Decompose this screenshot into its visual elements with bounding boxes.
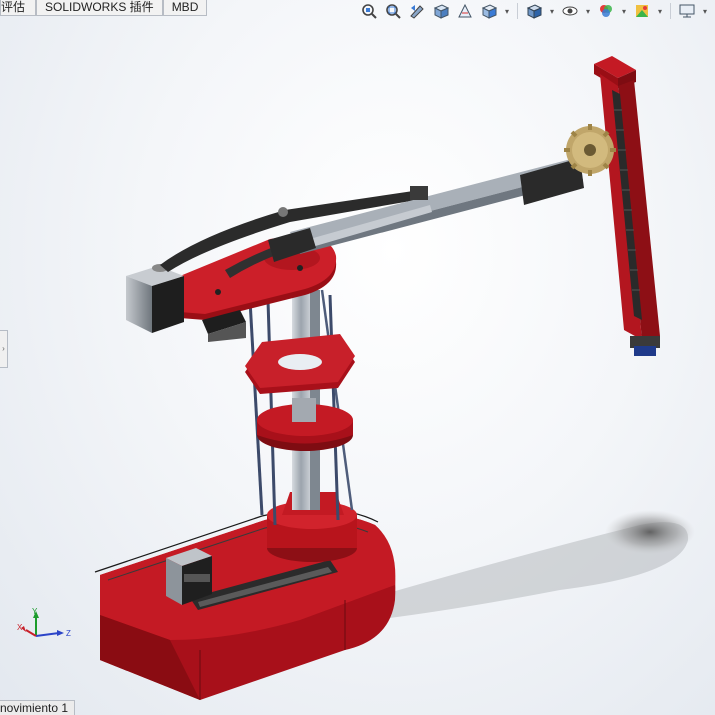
chevron-down-icon[interactable]: ▾ (584, 1, 592, 21)
tab-solidworks-addins[interactable]: SOLIDWORKS 插件 (36, 0, 163, 16)
tab-motion-study[interactable]: novimiento 1 (0, 700, 76, 715)
view-orientation-icon[interactable] (479, 1, 499, 21)
triad-z-arrow (57, 630, 64, 636)
dynamic-annotation-icon[interactable] (455, 1, 475, 21)
panel-expand-handle[interactable]: › (0, 330, 8, 368)
graphics-area[interactable]: 评估 SOLIDWORKS 插件 MBD ▾ ▾ ▾ ▾ ▾ ▾ › Y Z X… (0, 0, 715, 715)
triad-y-label: Y (32, 607, 38, 616)
tab-mbd[interactable]: MBD (162, 0, 208, 16)
triad-x-label: X (17, 623, 23, 632)
toolbar-separator (517, 3, 518, 19)
robot-arm-model[interactable] (0, 0, 715, 715)
triad-z-label: Z (66, 629, 71, 638)
edit-appearance-icon[interactable] (596, 1, 616, 21)
apply-scene-icon[interactable] (632, 1, 652, 21)
heads-up-view-toolbar: ▾ ▾ ▾ ▾ ▾ ▾ (359, 0, 715, 22)
previous-view-icon[interactable] (407, 1, 427, 21)
triad-x-axis (25, 629, 37, 637)
shoulder-stepper-motor (126, 264, 184, 333)
hide-show-items-icon[interactable] (560, 1, 580, 21)
section-view-icon[interactable] (431, 1, 451, 21)
zoom-to-area-icon[interactable] (383, 1, 403, 21)
chevron-down-icon[interactable]: ▾ (701, 1, 709, 21)
base-stepper-motor (166, 548, 212, 605)
chevron-down-icon[interactable]: ▾ (503, 1, 511, 21)
tab-evaluate[interactable]: 评估 (0, 0, 36, 16)
view-settings-icon[interactable] (677, 1, 697, 21)
reference-triad: Y Z X (17, 607, 71, 638)
command-manager-tabs: 评估 SOLIDWORKS 插件 MBD (0, 0, 208, 16)
chevron-down-icon[interactable]: ▾ (656, 1, 664, 21)
zoom-to-fit-icon[interactable] (359, 1, 379, 21)
chevron-down-icon[interactable]: ▾ (548, 1, 556, 21)
toolbar-separator (670, 3, 671, 19)
upper-carriage (245, 334, 355, 394)
end-effector-column (594, 56, 660, 356)
display-style-icon[interactable] (524, 1, 544, 21)
chevron-down-icon[interactable]: ▾ (620, 1, 628, 21)
triad-z-axis (35, 632, 60, 637)
